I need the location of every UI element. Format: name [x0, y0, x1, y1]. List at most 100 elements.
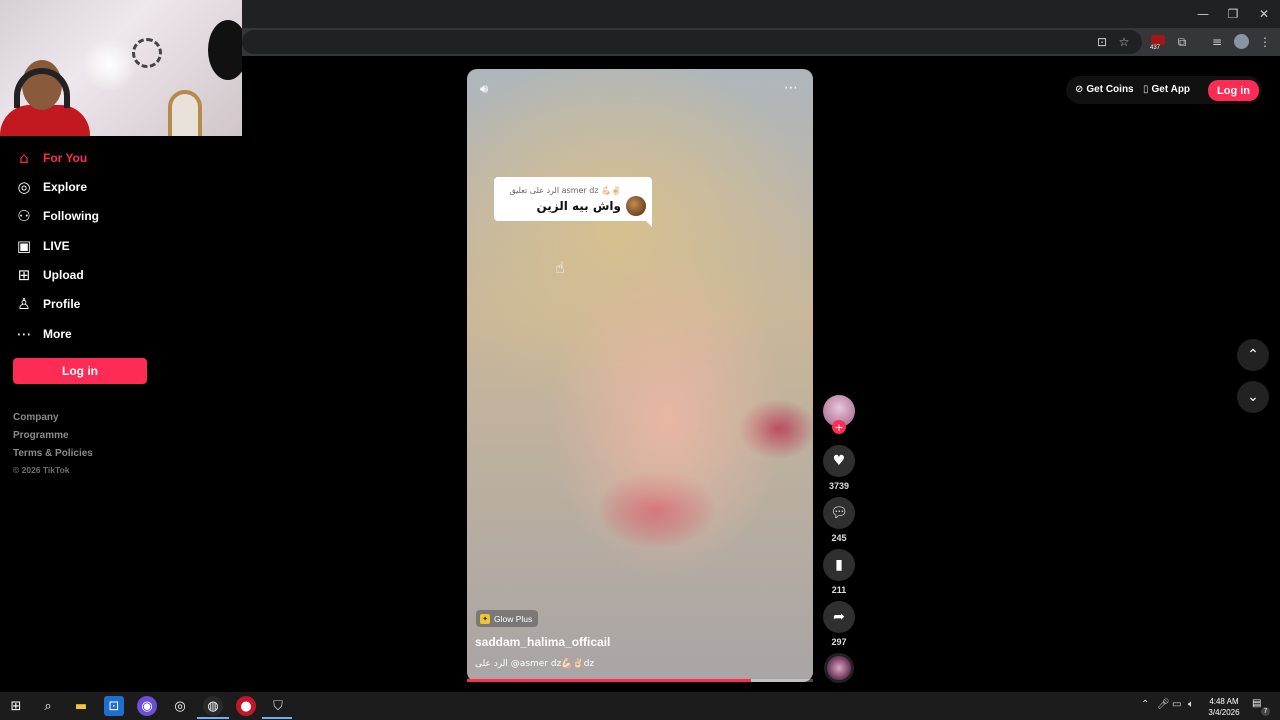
video-player[interactable] [467, 69, 813, 682]
effect-icon: ✦ [480, 613, 490, 624]
footer-link-programme[interactable]: Programme [13, 430, 69, 441]
phone-icon: ▯ [1143, 84, 1149, 95]
video-progress-fill [467, 679, 751, 682]
upload-icon: ⊞ [17, 266, 31, 284]
profile-icon: ♙ [17, 295, 31, 313]
save-button[interactable]: ▮ [823, 549, 855, 581]
notification-count: 7 [1261, 707, 1270, 716]
extension-icon[interactable] [1151, 35, 1165, 45]
restore-button[interactable]: ❐ [1218, 0, 1248, 28]
search-icon[interactable]: ⌕ [38, 696, 58, 716]
header-login-button[interactable]: Log in [1208, 80, 1259, 101]
home-icon: ⌂ [19, 149, 29, 167]
windows-taskbar [0, 692, 1280, 720]
sidebar-item-profile[interactable]: ♙ Profile [14, 293, 80, 315]
bookmark-star-icon[interactable]: ☆ [1115, 33, 1133, 51]
extension-badge-count: 437 [1150, 45, 1161, 51]
speaker-icon[interactable]: 🔈︎ [1188, 699, 1194, 710]
sidebar-item-explore[interactable]: ◎ Explore [14, 176, 87, 198]
volume-icon[interactable]: 🔊︎ [480, 82, 498, 98]
sidebar-item-for-you[interactable]: ⌂ For You [14, 147, 87, 169]
comment-count: 245 [831, 533, 847, 543]
comment-reply-card: الرد على تعليق asmer dz 💪🏻✌🏻 واش بيه الز… [494, 177, 652, 227]
follow-plus-icon[interactable]: + [832, 420, 846, 434]
address-bar[interactable] [242, 30, 1142, 54]
sidebar-item-following[interactable]: ⚇ Following [14, 205, 99, 227]
video-caption: الرد على @asmer dz💪🏻✌🏻dz [475, 659, 595, 669]
browser-menu-icon[interactable]: ⋮ [1256, 33, 1274, 51]
save-count: 211 [831, 585, 847, 595]
live-icon: ▣ [16, 237, 32, 255]
coin-icon: ⊘ [1075, 84, 1084, 95]
chevron-down-icon: ⌄ [1247, 389, 1259, 405]
chrome-icon[interactable]: ◍ [203, 696, 223, 716]
previous-video-button[interactable]: ⌃ [1237, 339, 1269, 371]
streamer [0, 60, 90, 136]
chevron-up-icon: ⌃ [1247, 347, 1259, 363]
like-count: 3739 [828, 481, 850, 491]
sidebar-login-button[interactable]: Log in [13, 358, 147, 384]
media-control-icon[interactable]: ≡ [1208, 33, 1226, 51]
sidebar-item-live[interactable]: ▣ LIVE [14, 235, 70, 257]
store-icon[interactable]: ⊡ [104, 696, 124, 716]
app-icon[interactable]: ◉ [137, 696, 157, 716]
tray-chevron-up-icon[interactable]: ⌃ [1141, 699, 1149, 710]
install-app-icon[interactable]: ⊡ [1093, 33, 1111, 51]
like-button[interactable]: ♥ [823, 445, 855, 477]
wall-mirror [168, 90, 202, 136]
extensions-puzzle-icon[interactable]: ⧉ [1173, 33, 1191, 51]
close-button[interactable]: ✕ [1249, 0, 1279, 28]
shield-icon[interactable]: ⛉ [268, 696, 288, 716]
video-author[interactable]: saddam_halima_officail [475, 635, 610, 649]
more-icon: ⋯ [16, 325, 32, 343]
reply-card-avatar [626, 196, 646, 216]
sidebar-item-label: LIVE [43, 239, 70, 253]
share-button[interactable]: ➦ [823, 601, 855, 633]
webcam-overlay [0, 0, 242, 136]
effect-badge[interactable]: ✦ Glow Plus [476, 610, 539, 627]
headphones [14, 68, 70, 108]
get-coins-label: Get Coins [1086, 84, 1134, 95]
compass-icon: ◎ [17, 178, 31, 196]
music-disc[interactable] [824, 653, 854, 683]
bookmark-icon: ▮ [835, 557, 843, 573]
sidebar-item-label: Explore [43, 180, 88, 194]
footer-link-terms[interactable]: Terms & Policies [13, 448, 93, 459]
get-app-link[interactable]: ▯ Get App [1143, 84, 1190, 95]
sidebar-item-label: Upload [43, 268, 84, 282]
red-app-icon[interactable]: ● [236, 696, 256, 716]
microphone-icon[interactable]: 🎤︎ [1157, 699, 1170, 710]
profile-avatar[interactable] [1234, 34, 1249, 49]
copyright: © 2026 TikTok [13, 465, 70, 475]
minimize-button[interactable]: — [1188, 0, 1218, 28]
obs-icon[interactable]: ◎ [170, 696, 190, 716]
windows-start-icon[interactable]: ⊞ [6, 696, 26, 716]
sidebar-item-label: For You [43, 151, 88, 165]
taskbar-clock[interactable]: 4:48 AM 3/4/2026 [1206, 696, 1242, 718]
sidebar-item-upload[interactable]: ⊞ Upload [14, 264, 84, 286]
get-app-label: Get App [1151, 84, 1191, 95]
effect-label: Glow Plus [494, 613, 533, 624]
file-explorer-icon[interactable]: ▬ [71, 696, 91, 716]
sidebar-item-more[interactable]: ⋯ More [14, 323, 72, 345]
get-coins-link[interactable]: ⊘ Get Coins [1075, 84, 1134, 95]
video-progress-bar[interactable] [467, 679, 813, 682]
sidebar-item-label: More [43, 327, 72, 341]
reply-card-header: الرد على تعليق asmer dz 💪🏻✌🏻 [509, 186, 621, 195]
active-app-indicator [197, 717, 229, 719]
share-count: 297 [831, 637, 847, 647]
taskbar-date: 3/4/2026 [1208, 708, 1240, 717]
next-video-button[interactable]: ⌄ [1237, 381, 1269, 413]
comment-button[interactable]: 💬︎ [823, 497, 855, 529]
share-icon: ➦ [833, 609, 845, 625]
mouse-cursor: ☝ [555, 258, 565, 277]
sidebar-item-label: Profile [43, 297, 81, 311]
footer-link-company[interactable]: Company [13, 412, 59, 423]
comment-icon: 💬︎ [830, 505, 848, 521]
following-icon: ⚇ [17, 207, 31, 225]
app-running-indicator [262, 717, 292, 719]
wall-clock [132, 38, 162, 68]
network-icon[interactable]: ▭ [1172, 699, 1181, 710]
heart-icon: ♥ [832, 453, 846, 469]
video-more-options-icon[interactable]: ⋯ [782, 80, 800, 98]
